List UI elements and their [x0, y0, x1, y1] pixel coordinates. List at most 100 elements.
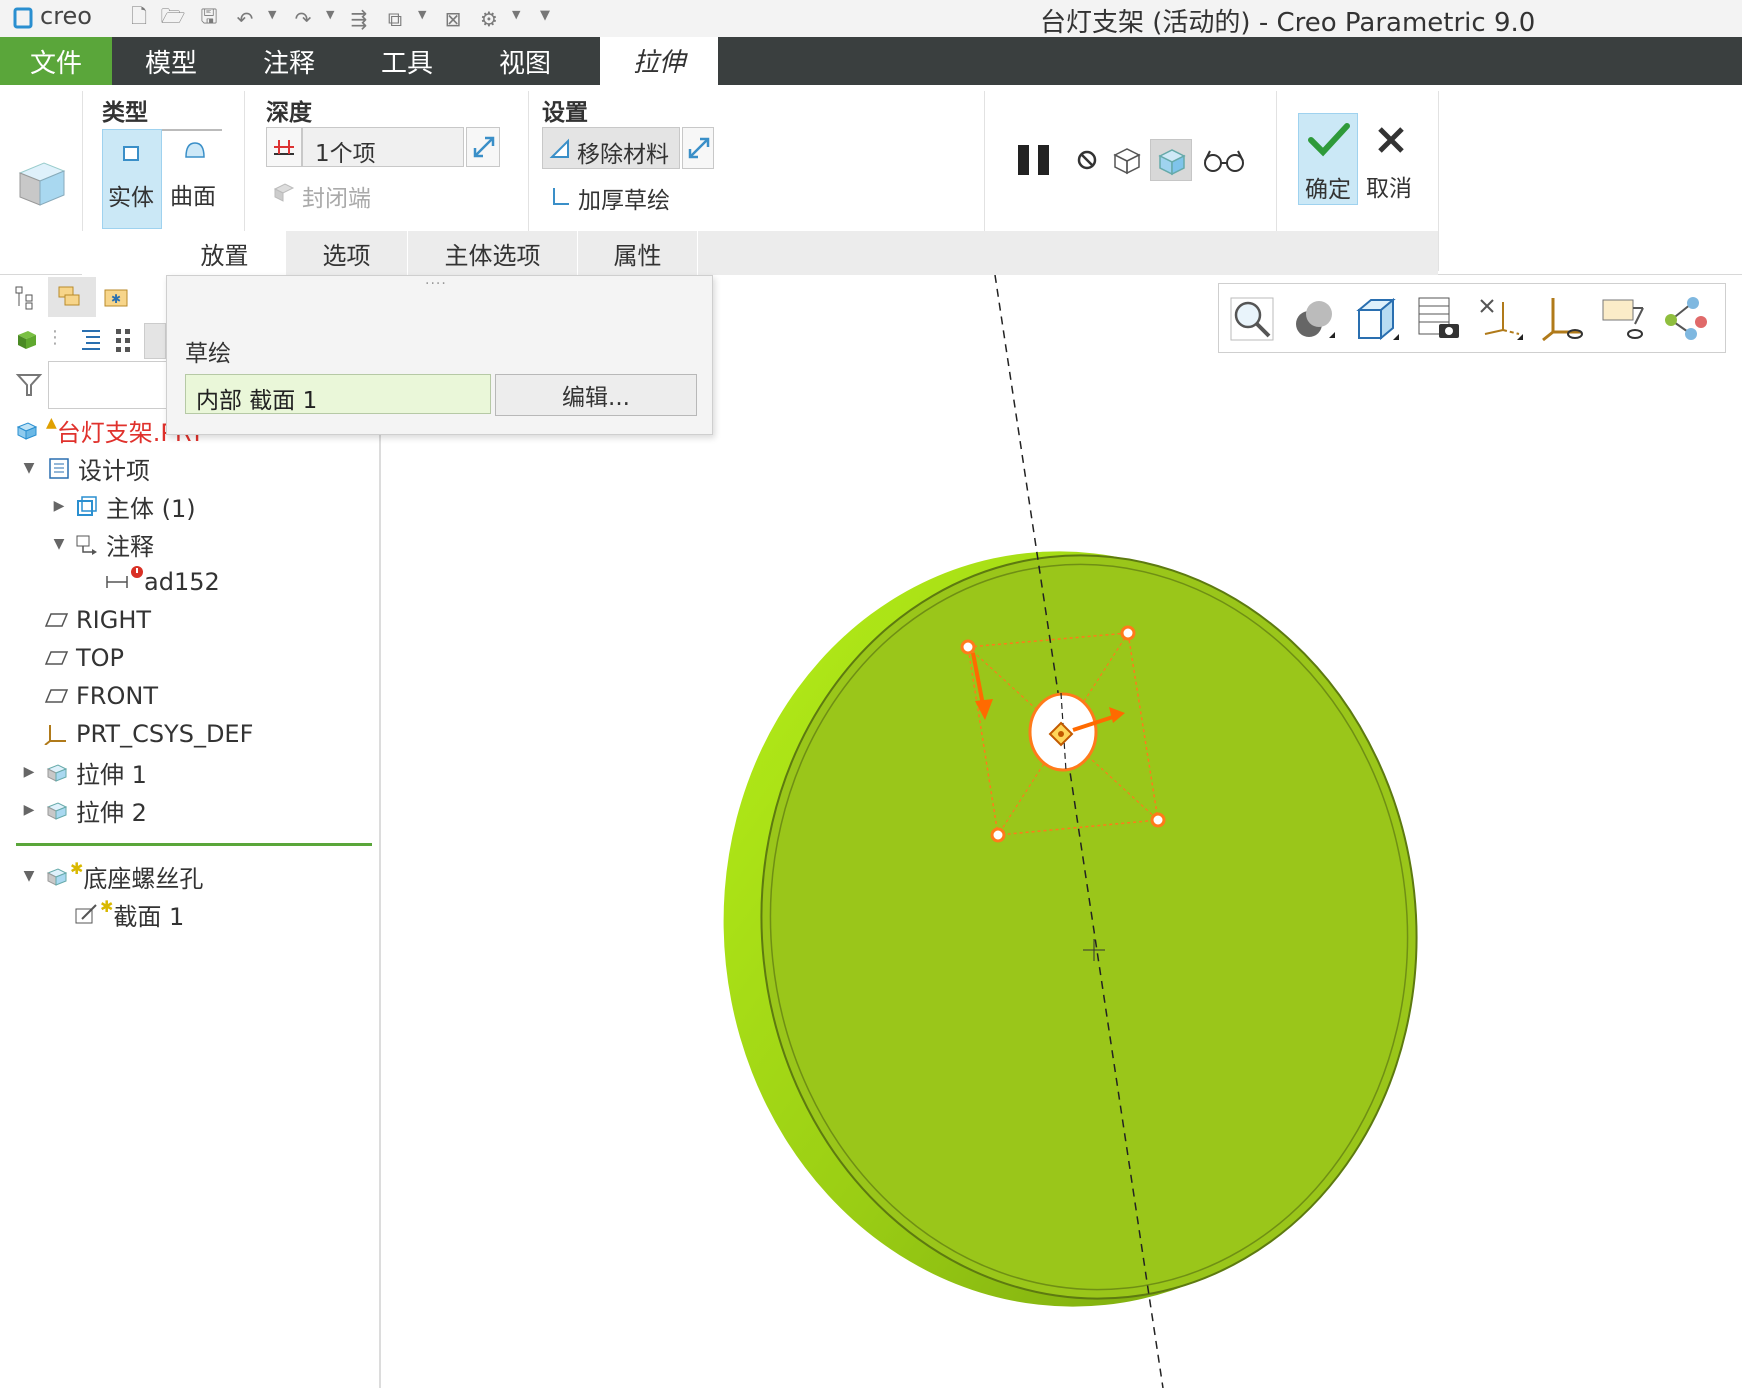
placement-panel: ···· 草绘 内部 截面 1 编辑... — [166, 275, 713, 435]
expand-arrow-icon[interactable]: ▶ — [50, 498, 68, 514]
tree-filter-settings-icon[interactable] — [112, 325, 134, 353]
app-logo: creo — [40, 2, 92, 30]
tree-search-input[interactable] — [48, 361, 168, 409]
redo-dropdown-icon[interactable]: ▼ — [326, 8, 334, 21]
tree-item-ad152[interactable]: ad152 — [104, 563, 220, 601]
subtab-placement[interactable]: 放置 — [164, 231, 286, 275]
tree-label-design-items: 设计项 — [78, 456, 150, 485]
model-tree-panel: ✱ ⋮ ▲ 台灯支架.PRT ▼ 设计项 ▶ 主体 (1) ▼ 注释 ad152… — [0, 275, 381, 1388]
tree-item-top-plane[interactable]: TOP — [44, 639, 124, 677]
tab-model[interactable]: 模型 — [112, 37, 230, 85]
expand-arrow-icon[interactable]: ▶ — [20, 764, 38, 780]
depth-option-button[interactable] — [266, 127, 302, 167]
cancel-button[interactable]: 取消 — [1362, 113, 1422, 205]
tree-item-design-items[interactable]: ▼ 设计项 — [20, 449, 150, 487]
tree-item-extrude2[interactable]: ▶ 拉伸 2 — [20, 791, 147, 829]
regenerate-icon[interactable]: ⇶ — [346, 6, 372, 32]
tree-item-extrude1[interactable]: ▶ 拉伸 1 — [20, 753, 147, 791]
tree-item-csys[interactable]: PRT_CSYS_DEF — [44, 715, 253, 753]
new-file-icon[interactable]: 🗋 — [126, 4, 152, 32]
sketch-collector-field[interactable]: 内部 截面 1 — [185, 374, 491, 414]
model-tree-toggle-icon[interactable] — [14, 285, 38, 311]
layer-tree-icon[interactable] — [56, 283, 84, 311]
creo-logo-icon — [13, 7, 33, 29]
saved-orientations-icon[interactable] — [1351, 294, 1401, 344]
mapkey-dropdown-icon[interactable]: ▼ — [512, 8, 520, 21]
collapse-arrow-icon[interactable]: ▼ — [50, 536, 68, 552]
tree-label-section: 截面 1 — [113, 902, 185, 931]
disc-front-face[interactable] — [725, 523, 1453, 1331]
favorites-folder-icon[interactable]: ✱ — [102, 283, 130, 311]
mapkey-icon[interactable]: ⚙ — [476, 6, 502, 32]
tree-item-front-plane[interactable]: FRONT — [44, 677, 158, 715]
expand-arrow-icon[interactable]: ▶ — [20, 802, 38, 818]
windows-dropdown-icon[interactable]: ▼ — [418, 8, 426, 21]
tab-tools[interactable]: 工具 — [348, 37, 466, 85]
customize-toolbar-icon[interactable]: ▼ — [540, 8, 550, 23]
surface-button[interactable]: 曲面 — [166, 129, 226, 229]
warning-badge-icon: ▲ — [46, 415, 57, 431]
tree-item-annotations[interactable]: ▼ 注释 — [50, 525, 154, 563]
tab-extrude[interactable]: 拉伸 — [600, 37, 718, 85]
subtab-options[interactable]: 选项 — [286, 231, 408, 275]
part-icon — [16, 422, 38, 440]
collapse-arrow-icon[interactable]: ▼ — [20, 460, 38, 476]
insert-here-indicator[interactable] — [16, 843, 372, 846]
depth-value-field[interactable]: 1个项 — [302, 127, 464, 167]
edit-sketch-button[interactable]: 编辑... — [495, 374, 697, 416]
tree-item-right-plane[interactable]: RIGHT — [44, 601, 151, 639]
annotation-display-icon[interactable] — [1599, 294, 1649, 344]
undo-dropdown-icon[interactable]: ▼ — [268, 8, 276, 21]
tree-item-active-feature[interactable]: ▼ ✱ 底座螺丝孔 — [20, 857, 204, 895]
tree-label-extrude2: 拉伸 2 — [76, 798, 147, 827]
graphics-viewport[interactable] — [383, 275, 1742, 1388]
remove-material-button[interactable]: 移除材料 — [542, 127, 680, 169]
no-preview-icon[interactable] — [1074, 147, 1100, 173]
connected-preview-button[interactable] — [1150, 139, 1192, 181]
flip-depth-button[interactable] — [466, 127, 500, 167]
ok-button[interactable]: 确定 — [1298, 113, 1358, 205]
subtab-properties[interactable]: 属性 — [578, 231, 698, 275]
settings-group-title: 设置 — [542, 100, 588, 126]
panel-grip[interactable]: ···· — [425, 276, 447, 292]
separate-preview-icon[interactable] — [1110, 143, 1144, 177]
datum-display-filters-icon[interactable] — [1475, 294, 1525, 344]
close-window-icon[interactable]: ⊠ — [440, 6, 466, 32]
thicken-sketch-option[interactable]: 加厚草绘 — [578, 181, 670, 215]
view-manager-icon[interactable] — [1413, 294, 1463, 344]
refit-zoom-icon[interactable] — [1227, 294, 1277, 344]
solid-button[interactable]: 实体 — [102, 129, 162, 229]
surface-icon — [185, 142, 205, 158]
dimension-icon — [106, 576, 128, 588]
tab-annotate[interactable]: 注释 — [230, 37, 348, 85]
tree-label-right: RIGHT — [76, 606, 152, 634]
windows-icon[interactable]: ⧉ — [382, 6, 408, 32]
collapse-arrow-icon[interactable]: ▼ — [20, 868, 38, 884]
redo-icon[interactable]: ↷ — [290, 6, 316, 32]
tree-item-section[interactable]: ✱ 截面 1 — [74, 895, 184, 933]
checkmark-icon — [1308, 123, 1350, 157]
ok-label: 确定 — [1305, 177, 1351, 203]
save-icon[interactable]: 🖫 — [196, 4, 222, 32]
spin-center-icon[interactable] — [1661, 294, 1711, 344]
pause-icon[interactable] — [1016, 141, 1054, 179]
verify-glasses-icon[interactable] — [1202, 145, 1246, 175]
csys-display-icon[interactable] — [1537, 294, 1587, 344]
annotation-icon — [76, 535, 97, 555]
display-style-icon[interactable] — [1289, 294, 1339, 344]
show-features-icon[interactable] — [14, 327, 44, 353]
flip-material-button[interactable] — [682, 127, 714, 169]
tab-file[interactable]: 文件 — [0, 37, 112, 85]
open-folder-icon[interactable]: 🗁 — [160, 4, 186, 32]
capped-ends-option[interactable]: 封闭端 — [302, 179, 371, 213]
tree-columns-icon[interactable] — [78, 325, 104, 353]
svg-text:✱: ✱ — [111, 292, 121, 306]
filter-funnel-icon[interactable] — [14, 371, 44, 399]
tree-item-body[interactable]: ▶ 主体 (1) — [50, 487, 196, 525]
undo-icon[interactable]: ↶ — [232, 6, 258, 32]
tree-label-body: 主体 (1) — [106, 494, 196, 523]
new-feature-star-icon: ✱ — [70, 859, 84, 878]
subtab-body-options[interactable]: 主体选项 — [408, 231, 578, 275]
type-group-title: 类型 — [102, 100, 148, 126]
tab-view[interactable]: 视图 — [466, 37, 584, 85]
